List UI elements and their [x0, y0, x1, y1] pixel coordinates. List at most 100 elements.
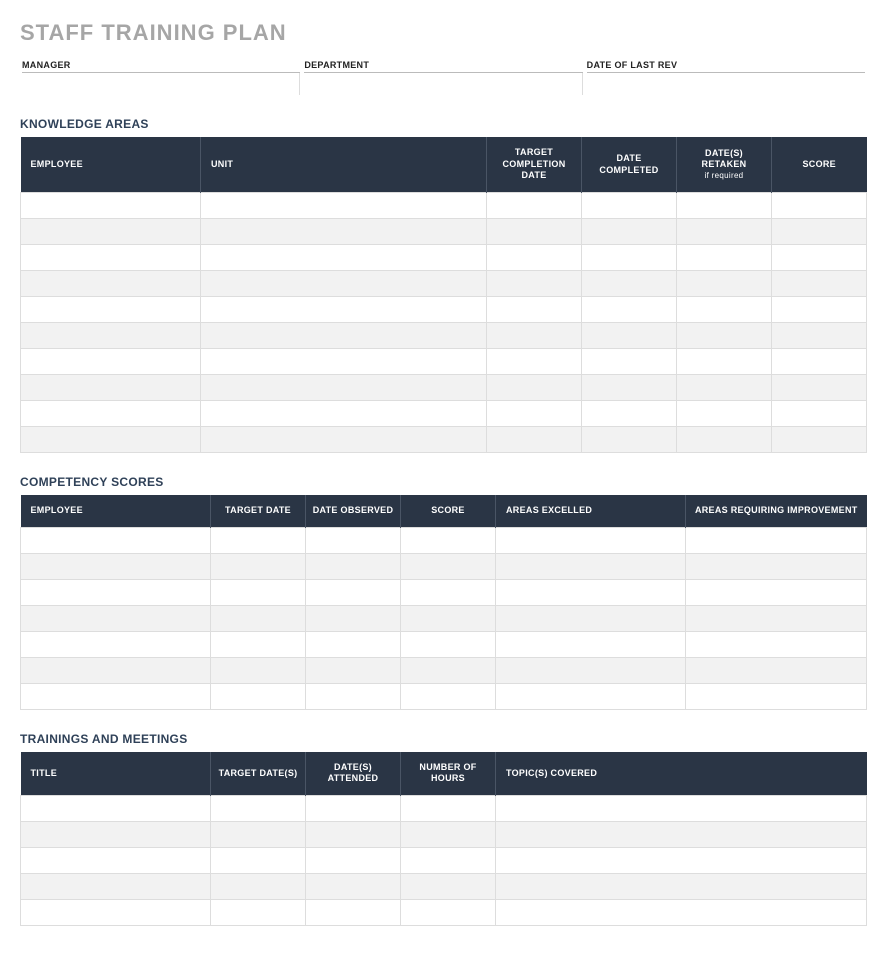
trainings_meetings-cell-topics_covered[interactable] [496, 822, 867, 848]
competency_scores-cell-target_date[interactable] [211, 683, 306, 709]
meta-manager-value[interactable] [22, 73, 300, 95]
knowledge_areas-cell-unit[interactable] [201, 219, 487, 245]
knowledge_areas-cell-employee[interactable] [21, 427, 201, 453]
competency_scores-cell-areas_improvement[interactable] [686, 605, 867, 631]
competency_scores-cell-areas_improvement[interactable] [686, 683, 867, 709]
competency_scores-cell-date_observed[interactable] [306, 553, 401, 579]
knowledge_areas-cell-unit[interactable] [201, 193, 487, 219]
knowledge_areas-cell-employee[interactable] [21, 401, 201, 427]
competency_scores-cell-date_observed[interactable] [306, 631, 401, 657]
knowledge_areas-cell-score[interactable] [772, 297, 867, 323]
competency_scores-cell-areas_excelled[interactable] [496, 683, 686, 709]
competency_scores-cell-target_date[interactable] [211, 553, 306, 579]
knowledge_areas-cell-employee[interactable] [21, 219, 201, 245]
knowledge_areas-cell-dates_retaken[interactable] [677, 219, 772, 245]
competency_scores-cell-score[interactable] [401, 683, 496, 709]
knowledge_areas-cell-date_completed[interactable] [582, 219, 677, 245]
competency_scores-cell-date_observed[interactable] [306, 527, 401, 553]
trainings_meetings-cell-target_dates[interactable] [211, 796, 306, 822]
knowledge_areas-cell-target_completion[interactable] [487, 193, 582, 219]
competency_scores-cell-date_observed[interactable] [306, 579, 401, 605]
knowledge_areas-cell-date_completed[interactable] [582, 375, 677, 401]
trainings_meetings-cell-number_of_hours[interactable] [401, 848, 496, 874]
knowledge_areas-cell-score[interactable] [772, 323, 867, 349]
trainings_meetings-cell-topics_covered[interactable] [496, 848, 867, 874]
knowledge_areas-cell-date_completed[interactable] [582, 245, 677, 271]
competency_scores-cell-score[interactable] [401, 605, 496, 631]
competency_scores-cell-score[interactable] [401, 657, 496, 683]
knowledge_areas-cell-date_completed[interactable] [582, 193, 677, 219]
trainings_meetings-cell-topics_covered[interactable] [496, 874, 867, 900]
competency_scores-cell-employee[interactable] [21, 605, 211, 631]
competency_scores-cell-areas_improvement[interactable] [686, 631, 867, 657]
knowledge_areas-cell-target_completion[interactable] [487, 375, 582, 401]
trainings_meetings-cell-number_of_hours[interactable] [401, 874, 496, 900]
knowledge_areas-cell-dates_retaken[interactable] [677, 349, 772, 375]
knowledge_areas-cell-dates_retaken[interactable] [677, 375, 772, 401]
trainings_meetings-cell-target_dates[interactable] [211, 900, 306, 926]
knowledge_areas-cell-date_completed[interactable] [582, 297, 677, 323]
trainings_meetings-cell-title[interactable] [21, 822, 211, 848]
competency_scores-cell-target_date[interactable] [211, 527, 306, 553]
knowledge_areas-cell-target_completion[interactable] [487, 297, 582, 323]
competency_scores-cell-areas_excelled[interactable] [496, 657, 686, 683]
competency_scores-cell-areas_excelled[interactable] [496, 605, 686, 631]
competency_scores-cell-target_date[interactable] [211, 657, 306, 683]
trainings_meetings-cell-target_dates[interactable] [211, 848, 306, 874]
knowledge_areas-cell-employee[interactable] [21, 349, 201, 375]
knowledge_areas-cell-employee[interactable] [21, 375, 201, 401]
knowledge_areas-cell-date_completed[interactable] [582, 349, 677, 375]
trainings_meetings-cell-number_of_hours[interactable] [401, 900, 496, 926]
competency_scores-cell-employee[interactable] [21, 657, 211, 683]
knowledge_areas-cell-dates_retaken[interactable] [677, 401, 772, 427]
trainings_meetings-cell-title[interactable] [21, 900, 211, 926]
competency_scores-cell-target_date[interactable] [211, 579, 306, 605]
competency_scores-cell-employee[interactable] [21, 579, 211, 605]
trainings_meetings-cell-title[interactable] [21, 848, 211, 874]
meta-department-value[interactable] [304, 73, 582, 95]
trainings_meetings-cell-number_of_hours[interactable] [401, 796, 496, 822]
knowledge_areas-cell-target_completion[interactable] [487, 271, 582, 297]
competency_scores-cell-score[interactable] [401, 579, 496, 605]
knowledge_areas-cell-dates_retaken[interactable] [677, 297, 772, 323]
trainings_meetings-cell-target_dates[interactable] [211, 822, 306, 848]
competency_scores-cell-areas_excelled[interactable] [496, 631, 686, 657]
knowledge_areas-cell-dates_retaken[interactable] [677, 323, 772, 349]
knowledge_areas-cell-unit[interactable] [201, 245, 487, 271]
knowledge_areas-cell-unit[interactable] [201, 427, 487, 453]
competency_scores-cell-target_date[interactable] [211, 605, 306, 631]
competency_scores-cell-areas_improvement[interactable] [686, 657, 867, 683]
knowledge_areas-cell-employee[interactable] [21, 245, 201, 271]
knowledge_areas-cell-employee[interactable] [21, 193, 201, 219]
knowledge_areas-cell-date_completed[interactable] [582, 427, 677, 453]
knowledge_areas-cell-date_completed[interactable] [582, 271, 677, 297]
competency_scores-cell-target_date[interactable] [211, 631, 306, 657]
knowledge_areas-cell-score[interactable] [772, 349, 867, 375]
knowledge_areas-cell-target_completion[interactable] [487, 323, 582, 349]
competency_scores-cell-date_observed[interactable] [306, 657, 401, 683]
knowledge_areas-cell-date_completed[interactable] [582, 401, 677, 427]
knowledge_areas-cell-dates_retaken[interactable] [677, 245, 772, 271]
knowledge_areas-cell-dates_retaken[interactable] [677, 271, 772, 297]
knowledge_areas-cell-unit[interactable] [201, 401, 487, 427]
competency_scores-cell-areas_excelled[interactable] [496, 527, 686, 553]
knowledge_areas-cell-target_completion[interactable] [487, 401, 582, 427]
knowledge_areas-cell-target_completion[interactable] [487, 245, 582, 271]
trainings_meetings-cell-dates_attended[interactable] [306, 822, 401, 848]
knowledge_areas-cell-dates_retaken[interactable] [677, 193, 772, 219]
trainings_meetings-cell-dates_attended[interactable] [306, 848, 401, 874]
knowledge_areas-cell-score[interactable] [772, 375, 867, 401]
competency_scores-cell-areas_excelled[interactable] [496, 579, 686, 605]
knowledge_areas-cell-score[interactable] [772, 271, 867, 297]
competency_scores-cell-employee[interactable] [21, 553, 211, 579]
trainings_meetings-cell-number_of_hours[interactable] [401, 822, 496, 848]
knowledge_areas-cell-unit[interactable] [201, 297, 487, 323]
competency_scores-cell-employee[interactable] [21, 683, 211, 709]
competency_scores-cell-score[interactable] [401, 631, 496, 657]
knowledge_areas-cell-score[interactable] [772, 193, 867, 219]
competency_scores-cell-areas_improvement[interactable] [686, 553, 867, 579]
knowledge_areas-cell-score[interactable] [772, 245, 867, 271]
trainings_meetings-cell-dates_attended[interactable] [306, 874, 401, 900]
trainings_meetings-cell-dates_attended[interactable] [306, 796, 401, 822]
knowledge_areas-cell-score[interactable] [772, 401, 867, 427]
